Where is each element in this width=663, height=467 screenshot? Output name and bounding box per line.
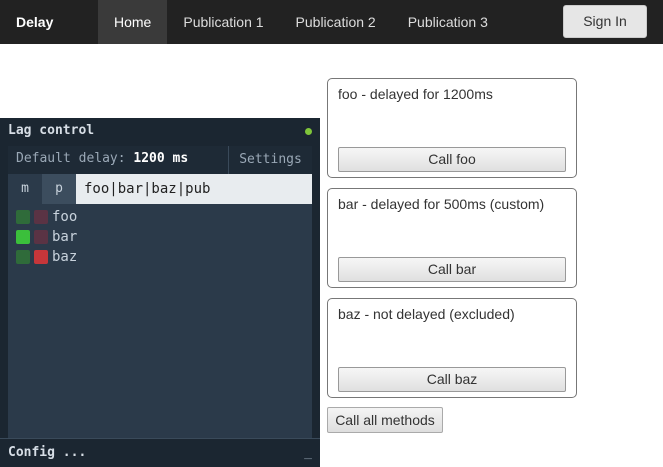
nav-item-home[interactable]: Home: [98, 0, 168, 44]
lag-method-name: bar: [52, 229, 78, 245]
status-dot-icon: [305, 128, 312, 135]
settings-button[interactable]: Settings: [228, 146, 312, 174]
call-bar-button[interactable]: Call bar: [338, 257, 566, 282]
minimize-icon[interactable]: _: [304, 445, 312, 460]
method-title: baz - not delayed (excluded): [338, 306, 515, 322]
navbar: Delay Test Home Publication 1 Publicatio…: [0, 0, 663, 74]
default-delay-row: Default delay: 1200 ms Settings: [8, 146, 312, 174]
sign-in-button[interactable]: Sign In: [563, 5, 647, 38]
nav-item-publication-1[interactable]: Publication 1: [167, 0, 279, 44]
method-card-bar: bar - delayed for 500ms (custom) Call ba…: [327, 188, 577, 288]
method-card-foo: foo - delayed for 1200ms Call foo: [327, 78, 577, 178]
config-bar: Config ... _: [0, 438, 320, 467]
brand[interactable]: Delay Test: [0, 0, 98, 74]
filter-input[interactable]: foo|bar|baz|pub: [76, 174, 312, 204]
method-title: bar - delayed for 500ms (custom): [338, 196, 545, 212]
default-delay-value[interactable]: 1200 ms: [133, 151, 188, 166]
lag-control-title: Lag control: [8, 123, 95, 138]
exclude-toggle-icon[interactable]: [34, 230, 48, 244]
enable-toggle-icon[interactable]: [16, 250, 30, 264]
lag-method-name: foo: [52, 209, 78, 225]
call-all-methods-button[interactable]: Call all methods: [327, 407, 443, 433]
lag-method-name: baz: [52, 249, 78, 265]
lag-control-panel: Lag control Default delay: 1200 ms Setti…: [0, 118, 320, 467]
tab-methods[interactable]: m: [8, 174, 42, 204]
default-delay-text: Default delay: 1200 ms: [16, 151, 188, 166]
enable-toggle-icon[interactable]: [16, 210, 30, 224]
filter-row: m p foo|bar|baz|pub: [8, 174, 312, 204]
method-card-baz: baz - not delayed (excluded) Call baz: [327, 298, 577, 398]
exclude-toggle-icon[interactable]: [34, 210, 48, 224]
lag-list-item: bar: [16, 229, 77, 245]
default-delay-label: Default delay:: [16, 151, 126, 166]
nav-item-publication-2[interactable]: Publication 2: [280, 0, 392, 44]
exclude-toggle-icon[interactable]: [34, 250, 48, 264]
enable-toggle-icon[interactable]: [16, 230, 30, 244]
lag-list-item: baz: [16, 249, 77, 265]
tab-publications[interactable]: p: [42, 174, 76, 204]
call-foo-button[interactable]: Call foo: [338, 147, 566, 172]
lag-control-body: Default delay: 1200 ms Settings m p foo|…: [8, 146, 312, 438]
lag-list-item: foo: [16, 209, 77, 225]
config-toggle[interactable]: Config ...: [8, 445, 86, 460]
call-baz-button[interactable]: Call baz: [338, 367, 566, 392]
nav-item-publication-3[interactable]: Publication 3: [392, 0, 504, 44]
method-title: foo - delayed for 1200ms: [338, 86, 493, 102]
